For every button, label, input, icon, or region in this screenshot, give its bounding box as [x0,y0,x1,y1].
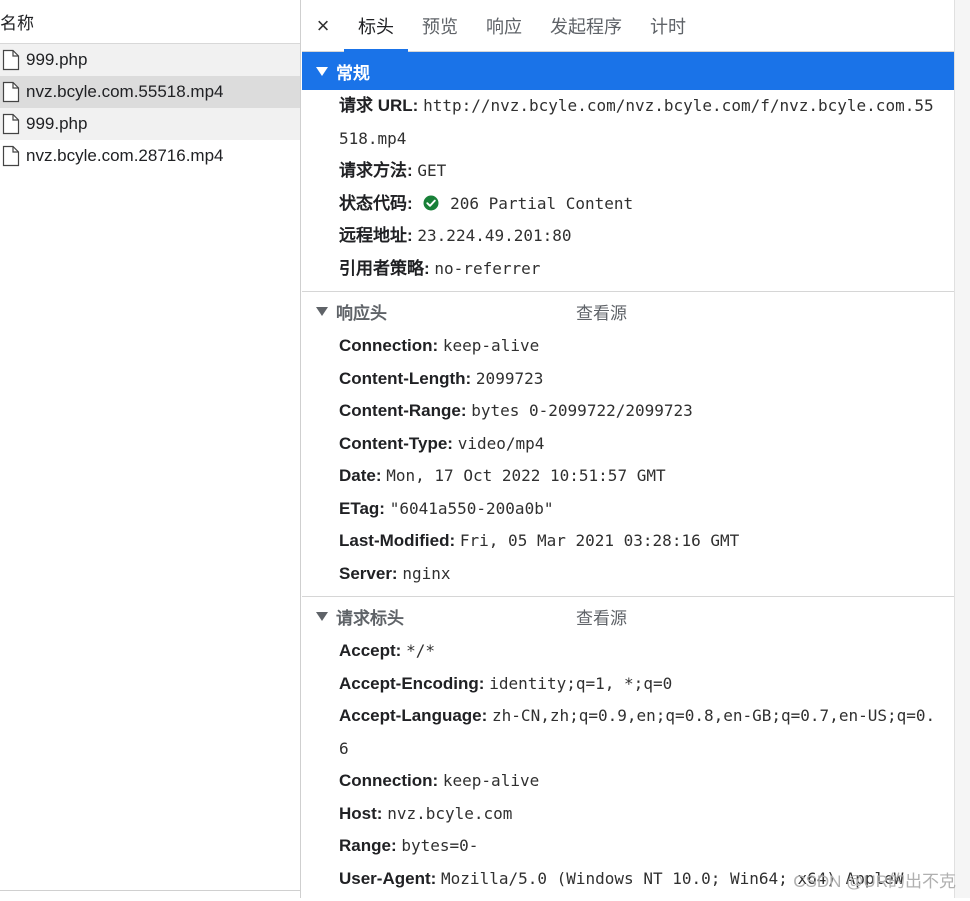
status-code-key: 状态代码: [339,193,413,213]
request-row-999-php[interactable]: 999.php [0,44,300,76]
general-title: 常规 [336,63,370,83]
triangle-down-icon [316,306,328,316]
request-headers-section: 请求标头 查看源 Accept: */* Accept-Encoding: id… [302,597,954,901]
header-value: Fri, 05 Mar 2021 03:28:16 GMT [459,531,740,550]
remote-address-value: 23.224.49.201:80 [417,226,572,245]
header-value: "6041a550-200a0b" [389,498,554,518]
remote-address-key: 远程地址: [339,226,413,245]
header-row: Content-Type: video/mp4 [302,428,954,461]
triangle-down-icon [316,611,328,621]
header-value: keep-alive [442,771,540,790]
request-method-key: 请求方法: [339,161,413,180]
request-headers-title: 请求标头 [336,608,404,628]
request-details-panel: × 标头 预览 响应 发起程序 计时 常规 请求 URL: http://nvz… [302,0,954,898]
request-list-panel: 名称 999.php nvz.bcyle.com.55518.mp4 999.p… [0,0,301,898]
request-method-row: 请求方法: GET [302,155,954,188]
header-row: Host: nvz.bcyle.com [302,798,954,831]
status-code-value: 206 Partial Content [450,193,634,213]
close-icon[interactable]: × [302,0,344,52]
header-key: Accept-Encoding: [339,673,485,693]
header-value: nginx [402,563,451,583]
file-icon [2,145,20,167]
request-name: nvz.bcyle.com.28716.mp4 [26,146,224,165]
triangle-down-icon [316,66,328,76]
request-name: nvz.bcyle.com.55518.mp4 [26,82,224,101]
header-value: nvz.bcyle.com [387,803,513,823]
header-key: Accept-Language: [339,706,488,725]
file-icon [2,113,20,135]
response-headers-header[interactable]: 响应头 查看源 [302,292,954,330]
status-bar-divider [0,890,300,891]
request-name: 999.php [26,50,88,69]
referrer-policy-value: no-referrer [434,258,541,278]
header-key: Content-Type: [339,433,453,453]
header-row: Last-Modified: Fri, 05 Mar 2021 03:28:16… [302,525,954,558]
request-row-28716-mp4[interactable]: nvz.bcyle.com.28716.mp4 [0,140,300,172]
referrer-policy-row: 引用者策略: no-referrer [302,253,954,286]
header-key: Last-Modified: [339,531,456,550]
header-row: Server: nginx [302,558,954,591]
request-row-999-php-2[interactable]: 999.php [0,108,300,140]
tab-response[interactable]: 响应 [472,0,536,52]
details-tabbar: × 标头 预览 响应 发起程序 计时 [302,0,954,52]
header-row: Range: bytes=0- [302,830,954,863]
header-key: Host: [339,803,383,823]
header-row: Accept: */* [302,635,954,668]
tab-timing[interactable]: 计时 [636,0,700,52]
name-column-label: 名称 [0,14,34,33]
header-value: */* [406,641,435,660]
referrer-policy-key: 引用者策略: [339,258,430,278]
watermark: CSDN @UR的出不克 [793,872,956,891]
header-key: Date: [339,466,382,485]
header-value: 2099723 [475,368,544,388]
status-code-row: 状态代码: 206 Partial Content [302,188,954,221]
header-key: Server: [339,563,398,583]
file-icon [2,49,20,71]
header-value: bytes=0- [401,836,479,855]
response-headers-title: 响应头 [336,303,387,323]
header-row: Connection: keep-alive [302,765,954,798]
request-url-value: http://nvz.bcyle.com/nvz.bcyle.com/f/nvz… [339,96,934,148]
general-section-header[interactable]: 常规 [302,52,954,90]
header-row: Content-Range: bytes 0-2099722/2099723 [302,395,954,428]
request-url-key: 请求 URL: [339,96,419,115]
file-icon [2,81,20,103]
name-column-header[interactable]: 名称 [0,0,300,44]
header-value: bytes 0-2099722/2099723 [471,401,693,420]
header-value: Mon, 17 Oct 2022 10:51:57 GMT [386,466,666,485]
header-key: Connection: [339,336,439,355]
header-row: Accept-Encoding: identity;q=1, *;q=0 [302,668,954,701]
general-section: 常规 请求 URL: http://nvz.bcyle.com/nvz.bcyl… [302,52,954,292]
header-row: Accept-Language: zh-CN,zh;q=0.9,en;q=0.8… [302,700,954,765]
header-value: keep-alive [442,336,540,355]
header-key: Content-Range: [339,401,467,420]
view-source-link[interactable]: 查看源 [576,299,627,324]
request-url-row: 请求 URL: http://nvz.bcyle.com/nvz.bcyle.c… [302,90,954,155]
details-scrollbar[interactable] [954,0,970,898]
header-key: Content-Length: [339,368,472,388]
header-key: Connection: [339,771,439,790]
request-headers-header[interactable]: 请求标头 查看源 [302,597,954,635]
header-value: identity;q=1, *;q=0 [489,673,673,693]
header-row: ETag: "6041a550-200a0b" [302,493,954,526]
header-key: Range: [339,836,397,855]
remote-address-row: 远程地址: 23.224.49.201:80 [302,220,954,253]
response-headers-section: 响应头 查看源 Connection: keep-alive Content-L… [302,292,954,597]
tab-preview[interactable]: 预览 [408,0,472,52]
header-key: Accept: [339,641,402,660]
header-row: Connection: keep-alive [302,330,954,363]
header-key: ETag: [339,498,385,518]
header-row: Content-Length: 2099723 [302,363,954,396]
tab-headers[interactable]: 标头 [344,0,408,52]
header-value: video/mp4 [457,433,545,453]
request-row-55518-mp4[interactable]: nvz.bcyle.com.55518.mp4 [0,76,300,108]
tab-initiator[interactable]: 发起程序 [536,0,636,52]
request-name: 999.php [26,114,88,133]
header-key: User-Agent: [339,868,437,888]
view-source-link[interactable]: 查看源 [576,604,627,629]
header-row: Date: Mon, 17 Oct 2022 10:51:57 GMT [302,460,954,493]
check-circle-icon [423,195,439,210]
request-method-value: GET [417,161,447,180]
